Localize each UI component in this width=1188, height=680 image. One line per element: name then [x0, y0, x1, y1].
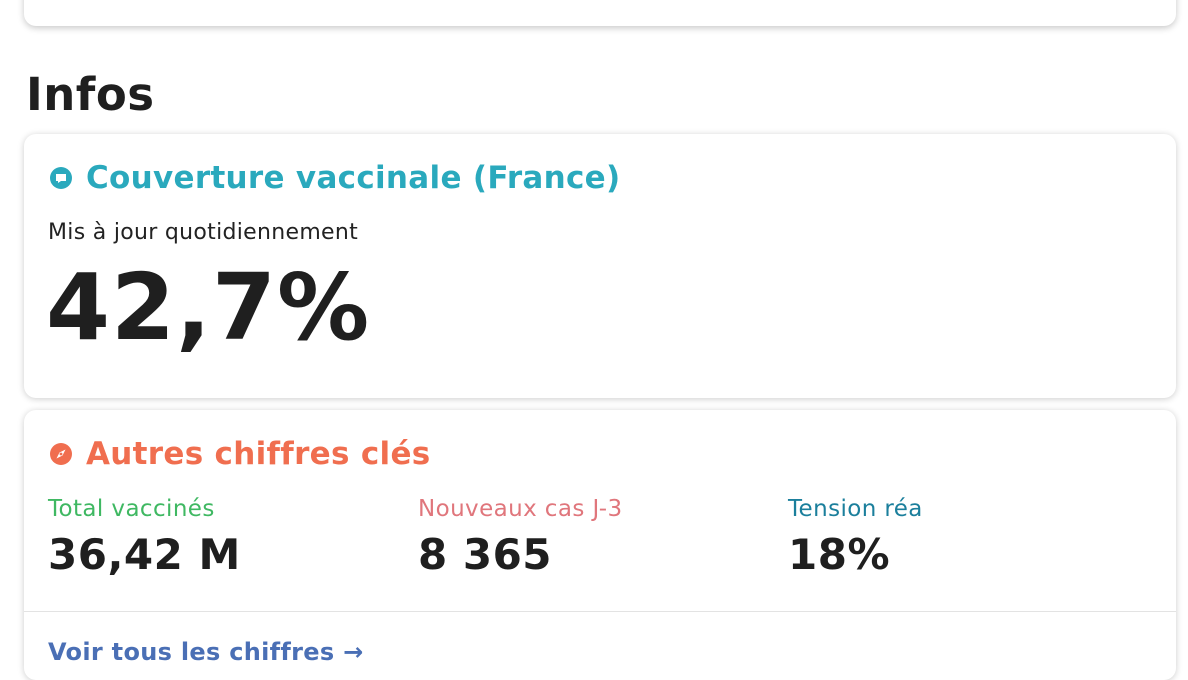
speech-bubble-icon: [48, 165, 74, 191]
key-figures-heading: Autres chiffres clés: [48, 436, 431, 472]
vaccine-coverage-title: Couverture vaccinale (France): [86, 160, 621, 196]
vaccine-coverage-value: 42,7%: [46, 254, 371, 361]
vaccine-coverage-subtitle: Mis à jour quotidiennement: [48, 220, 359, 245]
stat-value: 8 365: [418, 530, 553, 579]
stat-new-cases: Nouveaux cas J-3 8 365: [418, 496, 623, 579]
stat-total-vaccinated: Total vaccinés 36,42 M: [48, 496, 241, 579]
see-all-figures-link[interactable]: Voir tous les chiffres →: [48, 638, 364, 666]
section-title: Infos: [26, 68, 155, 121]
previous-card: [24, 0, 1176, 26]
stat-value: 36,42 M: [48, 530, 241, 579]
vaccine-coverage-heading: Couverture vaccinale (France): [48, 160, 620, 196]
stat-label: Tension réa: [788, 496, 923, 522]
vaccine-coverage-card[interactable]: Couverture vaccinale (France) Mis à jour…: [24, 134, 1176, 398]
stat-icu-tension: Tension réa 18%: [788, 496, 923, 579]
key-figures-card: Autres chiffres clés Total vaccinés 36,4…: [24, 410, 1176, 680]
key-figures-title: Autres chiffres clés: [86, 436, 431, 472]
divider: [24, 611, 1176, 612]
stat-label: Total vaccinés: [48, 496, 215, 522]
stat-label: Nouveaux cas J-3: [418, 496, 623, 522]
compass-icon: [48, 441, 74, 467]
stat-value: 18%: [788, 530, 891, 579]
